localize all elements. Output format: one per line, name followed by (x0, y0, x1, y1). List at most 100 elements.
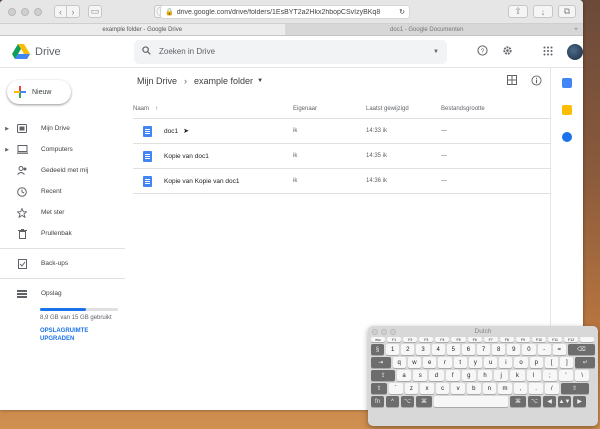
keyboard-key[interactable]: 6 (461, 344, 475, 355)
table-row[interactable]: Kopie van doc1 ik 14:35 ik — (133, 144, 550, 169)
keyboard-key[interactable] (434, 396, 508, 407)
minimize-window-button[interactable] (21, 7, 29, 16)
keyboard-key[interactable]: F6 (467, 337, 482, 342)
keyboard-key[interactable]: ⌥ (401, 396, 414, 407)
keyboard-key[interactable]: . (529, 383, 543, 394)
keyboard-key[interactable]: y (468, 357, 483, 368)
keyboard-key[interactable]: esc (371, 337, 386, 342)
keyboard-key[interactable]: z (404, 383, 419, 394)
back-button[interactable]: ‹ (54, 5, 67, 18)
sidebar-item-recent[interactable]: Recent (0, 181, 125, 202)
keyboard-key[interactable]: r (438, 357, 452, 368)
keyboard-key[interactable]: f (445, 370, 460, 381)
keyboard-key[interactable]: F8 (499, 337, 514, 342)
keyboard-key[interactable]: m (498, 383, 512, 394)
keyboard-key[interactable]: \ (575, 370, 590, 381)
keyboard-key[interactable]: fn (371, 396, 384, 407)
chevron-down-icon[interactable]: ▼ (257, 78, 263, 84)
keyboard-key[interactable]: F4 (435, 337, 450, 342)
keyboard-key[interactable]: ` (389, 383, 403, 394)
sidebar-item-trash[interactable]: Prullenbak (0, 223, 125, 244)
keep-icon[interactable] (562, 105, 572, 115)
forward-button[interactable]: › (67, 5, 80, 18)
keyboard-key[interactable]: = (552, 344, 566, 355)
table-row[interactable]: doc1 ➤ ik 14:33 ik — (133, 119, 550, 144)
keyboard-key[interactable]: [ (544, 357, 559, 368)
reload-icon[interactable]: ↻ (399, 8, 405, 16)
sidebar-item-backups[interactable]: Back-ups (0, 253, 125, 274)
keyboard-key[interactable]: b (466, 383, 481, 394)
keyboard-key[interactable]: ⌥ (528, 396, 541, 407)
tab-overview-icon[interactable]: ⧉ (558, 5, 576, 18)
keyboard-key[interactable]: ⌘ (416, 396, 432, 407)
expand-caret-icon[interactable]: ▶ (2, 126, 12, 132)
new-button[interactable]: Nieuw (7, 80, 71, 104)
keyboard-key[interactable] (580, 337, 595, 342)
keyboard-key[interactable]: ⇧ (560, 383, 589, 394)
apps-grid-icon[interactable] (543, 46, 553, 58)
share-icon[interactable]: ⇧ (508, 5, 528, 18)
keyboard-key[interactable]: , (513, 383, 528, 394)
keyboard-key[interactable]: w (407, 357, 422, 368)
keyboard-key[interactable]: v (451, 383, 465, 394)
keyboard-key[interactable]: ] (560, 357, 574, 368)
downloads-icon[interactable]: ↓ (533, 5, 553, 18)
table-row[interactable]: Kopie van Kopie van doc1 ik 14:36 ik — (133, 169, 550, 194)
keyboard-key[interactable]: ' (558, 370, 574, 381)
keyboard-key[interactable]: 0 (522, 344, 536, 355)
tab-drive[interactable]: example folder - Google Drive (0, 24, 285, 35)
keyboard-key[interactable]: 4 (431, 344, 445, 355)
keyboard-key[interactable]: a (397, 370, 412, 381)
keyboard-key[interactable]: o (514, 357, 528, 368)
tab-doc1[interactable]: doc1 - Google Documenten (285, 24, 570, 35)
keyboard-key[interactable]: 1 (386, 344, 400, 355)
keyboard-key[interactable]: 5 (446, 344, 460, 355)
keyboard-key[interactable]: 8 (492, 344, 506, 355)
close-window-button[interactable] (8, 7, 16, 16)
search-input[interactable]: Zoeken in Drive ▼ (134, 39, 447, 64)
keyboard-key[interactable]: ^ (386, 396, 399, 407)
keyboard-key[interactable]: q (392, 357, 406, 368)
keyboard-key[interactable]: F1 (387, 337, 402, 342)
keyboard-key[interactable]: ⌘ (510, 396, 526, 407)
keyboard-key[interactable]: 7 (476, 344, 491, 355)
keyboard-key[interactable]: F3 (419, 337, 434, 342)
keyboard-key[interactable]: g (461, 370, 476, 381)
keyboard-key[interactable]: F11 (548, 337, 563, 342)
column-modified-header[interactable]: Laatst gewijzigd (366, 106, 441, 112)
keyboard-key[interactable]: F12 (564, 337, 579, 342)
keyboard-key[interactable]: ▶ (573, 396, 586, 407)
upgrade-storage-link[interactable]: OPSLAGRUIMTE UPGRADEN (40, 327, 100, 343)
settings-gear-icon[interactable] (502, 45, 513, 58)
column-name-header[interactable]: Naam ↑ (133, 106, 293, 112)
keyboard-key[interactable]: / (544, 383, 559, 394)
keyboard-key[interactable]: ⇧ (371, 383, 387, 394)
keyboard-key[interactable]: p (529, 357, 543, 368)
keyboard-key[interactable]: F10 (531, 337, 547, 342)
keyboard-key[interactable]: F9 (515, 337, 530, 342)
keyboard-key[interactable]: 3 (416, 344, 430, 355)
keyboard-key[interactable]: n (482, 383, 497, 394)
keyboard-key[interactable]: F5 (451, 337, 466, 342)
keyboard-key[interactable]: ⇥ (371, 357, 391, 368)
grid-view-icon[interactable] (507, 75, 517, 88)
column-owner-header[interactable]: Eigenaar (293, 106, 366, 112)
keyboard-key[interactable]: i (499, 357, 513, 368)
keyboard-key[interactable]: u (484, 357, 498, 368)
keyboard-key[interactable]: c (435, 383, 450, 394)
sidebar-item-shared[interactable]: Gedeeld met mij (0, 160, 125, 181)
breadcrumb-current[interactable]: example folder (194, 76, 253, 86)
address-bar[interactable]: 🔒 drive.google.com/drive/folders/1EsBYT2… (160, 5, 410, 19)
column-size-header[interactable]: Bestandsgrootte (441, 106, 485, 112)
expand-caret-icon[interactable]: ▶ (2, 147, 12, 153)
details-info-icon[interactable] (531, 75, 542, 88)
breadcrumb-root[interactable]: Mijn Drive (137, 76, 177, 86)
keyboard-key[interactable]: ⇪ (371, 370, 395, 381)
keyboard-key[interactable]: x (420, 383, 434, 394)
keyboard-key[interactable]: ▲▼ (558, 396, 571, 407)
sidebar-item-computers[interactable]: ▶ Computers (0, 139, 125, 160)
calendar-icon[interactable] (562, 78, 572, 88)
sidebar-item-my-drive[interactable]: ▶ Mijn Drive (0, 118, 125, 139)
keyboard-key[interactable]: e (423, 357, 437, 368)
keyboard-key[interactable]: l (526, 370, 541, 381)
